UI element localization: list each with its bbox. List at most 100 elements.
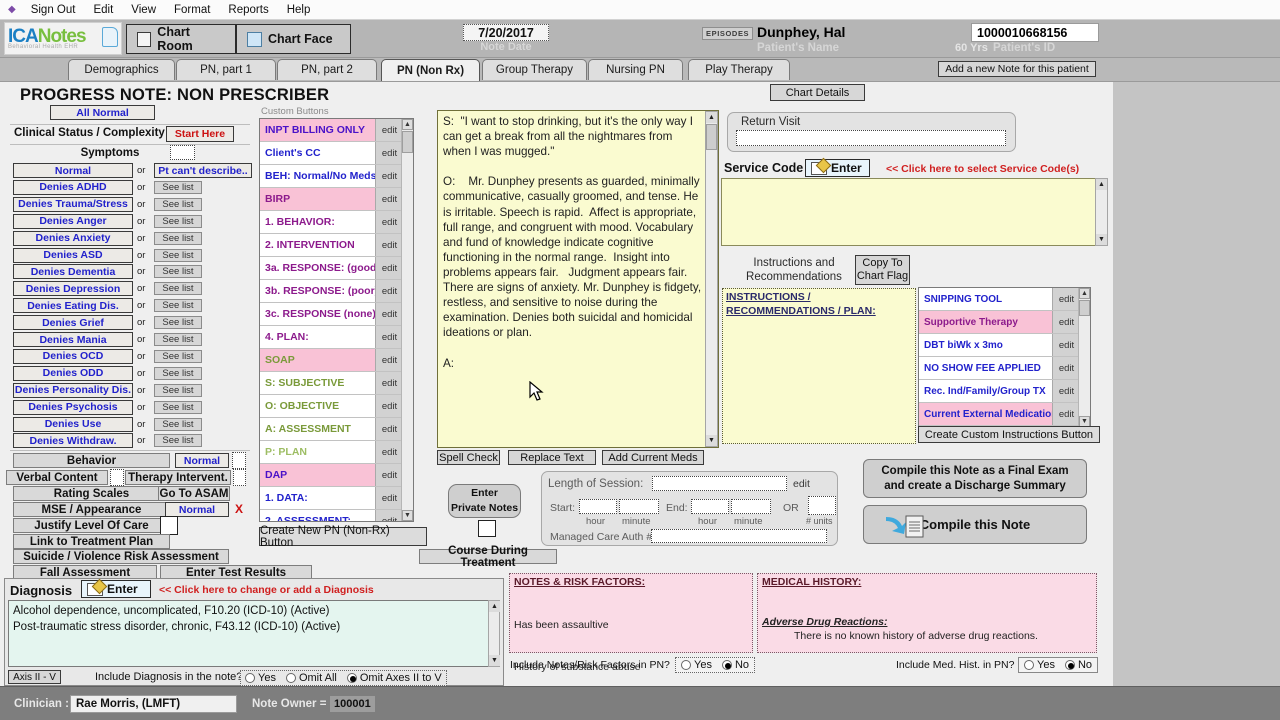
symptom-button-denies-dementia[interactable]: Denies Dementia — [13, 264, 133, 280]
custom-button-row[interactable]: INPT BILLING ONLY edit — [260, 119, 403, 142]
tab-nursing-pn[interactable]: Nursing PN — [588, 59, 683, 80]
end-hour-input[interactable] — [691, 499, 729, 514]
diagnosis-list[interactable]: Alcohol dependence, uncomplicated, F10.2… — [8, 600, 500, 667]
symptom-button-denies-adhd[interactable]: Denies ADHD — [13, 179, 133, 195]
link-to-treatment-plan-button[interactable]: Link to Treatment Plan — [13, 534, 170, 549]
symptom-button-denies-depression[interactable]: Denies Depression — [13, 281, 133, 297]
end-minute-input[interactable] — [731, 499, 771, 514]
instructions-buttons-list[interactable]: SNIPPING TOOL edit Supportive Therapy edit D… — [918, 287, 1091, 428]
symptom-button-denies-grief[interactable]: Denies Grief — [13, 315, 133, 331]
course-during-treatment-button[interactable]: Course During Treatment — [419, 545, 557, 569]
menu-item-help[interactable]: Help — [278, 2, 320, 18]
custom-button-label[interactable]: 1. DATA: — [260, 487, 375, 509]
custom-button-label[interactable]: Client's CC — [260, 142, 375, 164]
instruction-button-edit-link[interactable]: edit — [1052, 357, 1080, 379]
spell-check-button[interactable]: Spell Check — [437, 450, 500, 465]
custom-button-row[interactable]: SOAP edit — [260, 349, 403, 372]
behavior-extra-checkbox[interactable] — [232, 452, 246, 469]
scrollbar-thumb[interactable] — [706, 124, 717, 150]
see-list-button[interactable]: See list — [154, 366, 202, 380]
symptom-button-denies-trauma-stress[interactable]: Denies Trauma/Stress — [13, 196, 133, 212]
see-list-button[interactable]: See list — [154, 333, 202, 346]
instruction-button-row[interactable]: Rec. Ind/Family/Group TX edit — [919, 380, 1080, 403]
diagnosis-scrollbar[interactable]: ▲ ▼ — [488, 600, 500, 667]
length-edit-link[interactable]: edit — [793, 478, 810, 490]
go-to-asam-button[interactable]: Go To ASAM — [158, 486, 230, 501]
symptom-button-denies-personality-dis[interactable]: Denies Personality Dis. — [13, 382, 133, 398]
instruction-button-label[interactable]: SNIPPING TOOL — [919, 288, 1052, 310]
justify-level-of-care-button[interactable]: Justify Level Of Care — [13, 518, 170, 533]
behavior-button[interactable]: Behavior — [13, 453, 170, 468]
instruction-button-label[interactable]: DBT biWk x 3mo — [919, 334, 1052, 356]
compile-final-exam-button[interactable]: Compile this Note as a Final Exam and cr… — [863, 459, 1087, 498]
justify-level-checkbox[interactable] — [160, 516, 178, 535]
include-med-hist-options[interactable]: Yes No — [1018, 657, 1099, 673]
symptoms-checkbox[interactable] — [170, 145, 195, 160]
custom-button-row[interactable]: P: PLAN edit — [260, 441, 403, 464]
custom-button-row[interactable]: BIRP edit — [260, 188, 403, 211]
custom-button-row[interactable]: A: ASSESSMENT edit — [260, 418, 403, 441]
start-hour-input[interactable] — [579, 499, 617, 514]
copy-to-chart-flag-button[interactable]: Copy To Chart Flag — [855, 255, 910, 285]
tab-demographics[interactable]: Demographics — [68, 59, 175, 80]
see-list-button[interactable]: See list — [154, 197, 202, 211]
diagnosis-option-yes[interactable]: Yes — [245, 672, 276, 684]
see-list-button[interactable]: See list — [154, 180, 202, 194]
instruction-button-label[interactable]: NO SHOW FEE APPLIED — [919, 357, 1052, 379]
custom-buttons-scrollbar[interactable]: ▲ ▼ — [401, 119, 413, 521]
custom-button-edit-link[interactable]: edit — [375, 372, 403, 394]
chart-face-button[interactable]: Chart Face — [236, 24, 351, 54]
symptom-button-denies-anxiety[interactable]: Denies Anxiety — [13, 230, 133, 246]
see-list-button[interactable]: See list — [154, 434, 202, 448]
custom-button-edit-link[interactable]: edit — [375, 441, 403, 463]
custom-button-label[interactable]: 4. PLAN: — [260, 326, 375, 348]
rating-scales-button[interactable]: Rating Scales — [13, 486, 170, 501]
see-list-button[interactable]: See list — [154, 265, 202, 279]
custom-button-edit-link[interactable]: edit — [375, 234, 403, 256]
instruction-button-edit-link[interactable]: edit — [1052, 288, 1080, 310]
see-list-button[interactable]: See list — [154, 299, 202, 313]
mse-value[interactable]: Normal — [165, 502, 229, 517]
instructions-text-area[interactable]: INSTRUCTIONS / RECOMMENDATIONS / PLAN: — [722, 288, 916, 444]
custom-button-label[interactable]: 2. INTERVENTION — [260, 234, 375, 256]
med-hist-option-no[interactable]: No — [1064, 659, 1092, 671]
custom-button-row[interactable]: 1. DATA: edit — [260, 487, 403, 510]
start-here-button[interactable]: Start Here — [166, 126, 234, 142]
symptom-button-denies-use[interactable]: Denies Use — [13, 416, 133, 432]
custom-button-label[interactable]: O: OBJECTIVE — [260, 395, 375, 417]
instruction-button-edit-link[interactable]: edit — [1052, 403, 1080, 425]
instruction-button-edit-link[interactable]: edit — [1052, 311, 1080, 333]
instruction-button-edit-link[interactable]: edit — [1052, 380, 1080, 402]
symptom-button-denies-psychosis[interactable]: Denies Psychosis — [13, 399, 133, 415]
custom-button-label[interactable]: A: ASSESSMENT — [260, 418, 375, 440]
see-list-button[interactable]: See list — [154, 248, 202, 262]
service-code-box[interactable] — [721, 178, 1103, 246]
scroll-down-icon[interactable]: ▼ — [1096, 234, 1107, 245]
diagnosis-enter-button[interactable]: Enter — [81, 580, 151, 598]
symptom-button-denies-eating-dis[interactable]: Denies Eating Dis. — [13, 298, 133, 314]
episodes-badge[interactable]: EPISODES — [702, 27, 754, 40]
custom-button-row[interactable]: 2. ASSESSMENT: edit — [260, 510, 403, 521]
mse-clear-icon[interactable]: X — [235, 502, 243, 516]
chart-room-button[interactable]: Chart Room — [126, 24, 236, 54]
custom-button-edit-link[interactable]: edit — [375, 165, 403, 187]
medical-history-box[interactable]: MEDICAL HISTORY: Adverse Drug Reactions:… — [757, 573, 1097, 653]
tab-pn-part-1[interactable]: PN, part 1 — [176, 59, 276, 80]
start-minute-input[interactable] — [619, 499, 659, 514]
tab-play-therapy[interactable]: Play Therapy — [688, 59, 790, 80]
custom-button-row[interactable]: DAP edit — [260, 464, 403, 487]
scroll-down-icon[interactable]: ▼ — [706, 435, 717, 446]
custom-button-edit-link[interactable]: edit — [375, 487, 403, 509]
menu-item-format[interactable]: Format — [165, 2, 219, 18]
custom-button-label[interactable]: 2. ASSESSMENT: — [260, 510, 375, 521]
instruction-button-row[interactable]: Current External Medications:edit — [919, 403, 1080, 426]
menu-item-sign-out[interactable]: Sign Out — [22, 2, 85, 18]
see-list-button[interactable]: See list — [154, 383, 202, 397]
instruction-button-label[interactable]: Supportive Therapy — [919, 311, 1052, 333]
pt-cant-describe-button[interactable]: Pt can't describe.. — [154, 163, 252, 178]
custom-button-edit-link[interactable]: edit — [375, 418, 403, 440]
custom-button-edit-link[interactable]: edit — [375, 142, 403, 164]
menu-item-edit[interactable]: Edit — [84, 2, 122, 18]
custom-button-label[interactable]: 3c. RESPONSE (none) — [260, 303, 375, 325]
replace-text-button[interactable]: Replace Text — [508, 450, 596, 465]
